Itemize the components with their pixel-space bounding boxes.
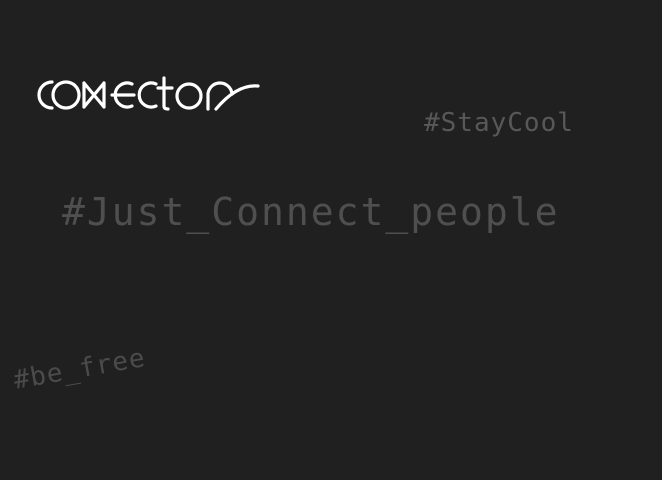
tag-just-connect-people: #Just_Connect_people [62,190,560,234]
splash-screen: #StayCool #Just_Connect_people #be_free [0,0,662,480]
tag-be-free: #be_free [11,343,148,396]
connector-logo [32,74,264,118]
logo-wordmark-icon [37,76,260,111]
tag-stay-cool: #StayCool [424,108,574,138]
